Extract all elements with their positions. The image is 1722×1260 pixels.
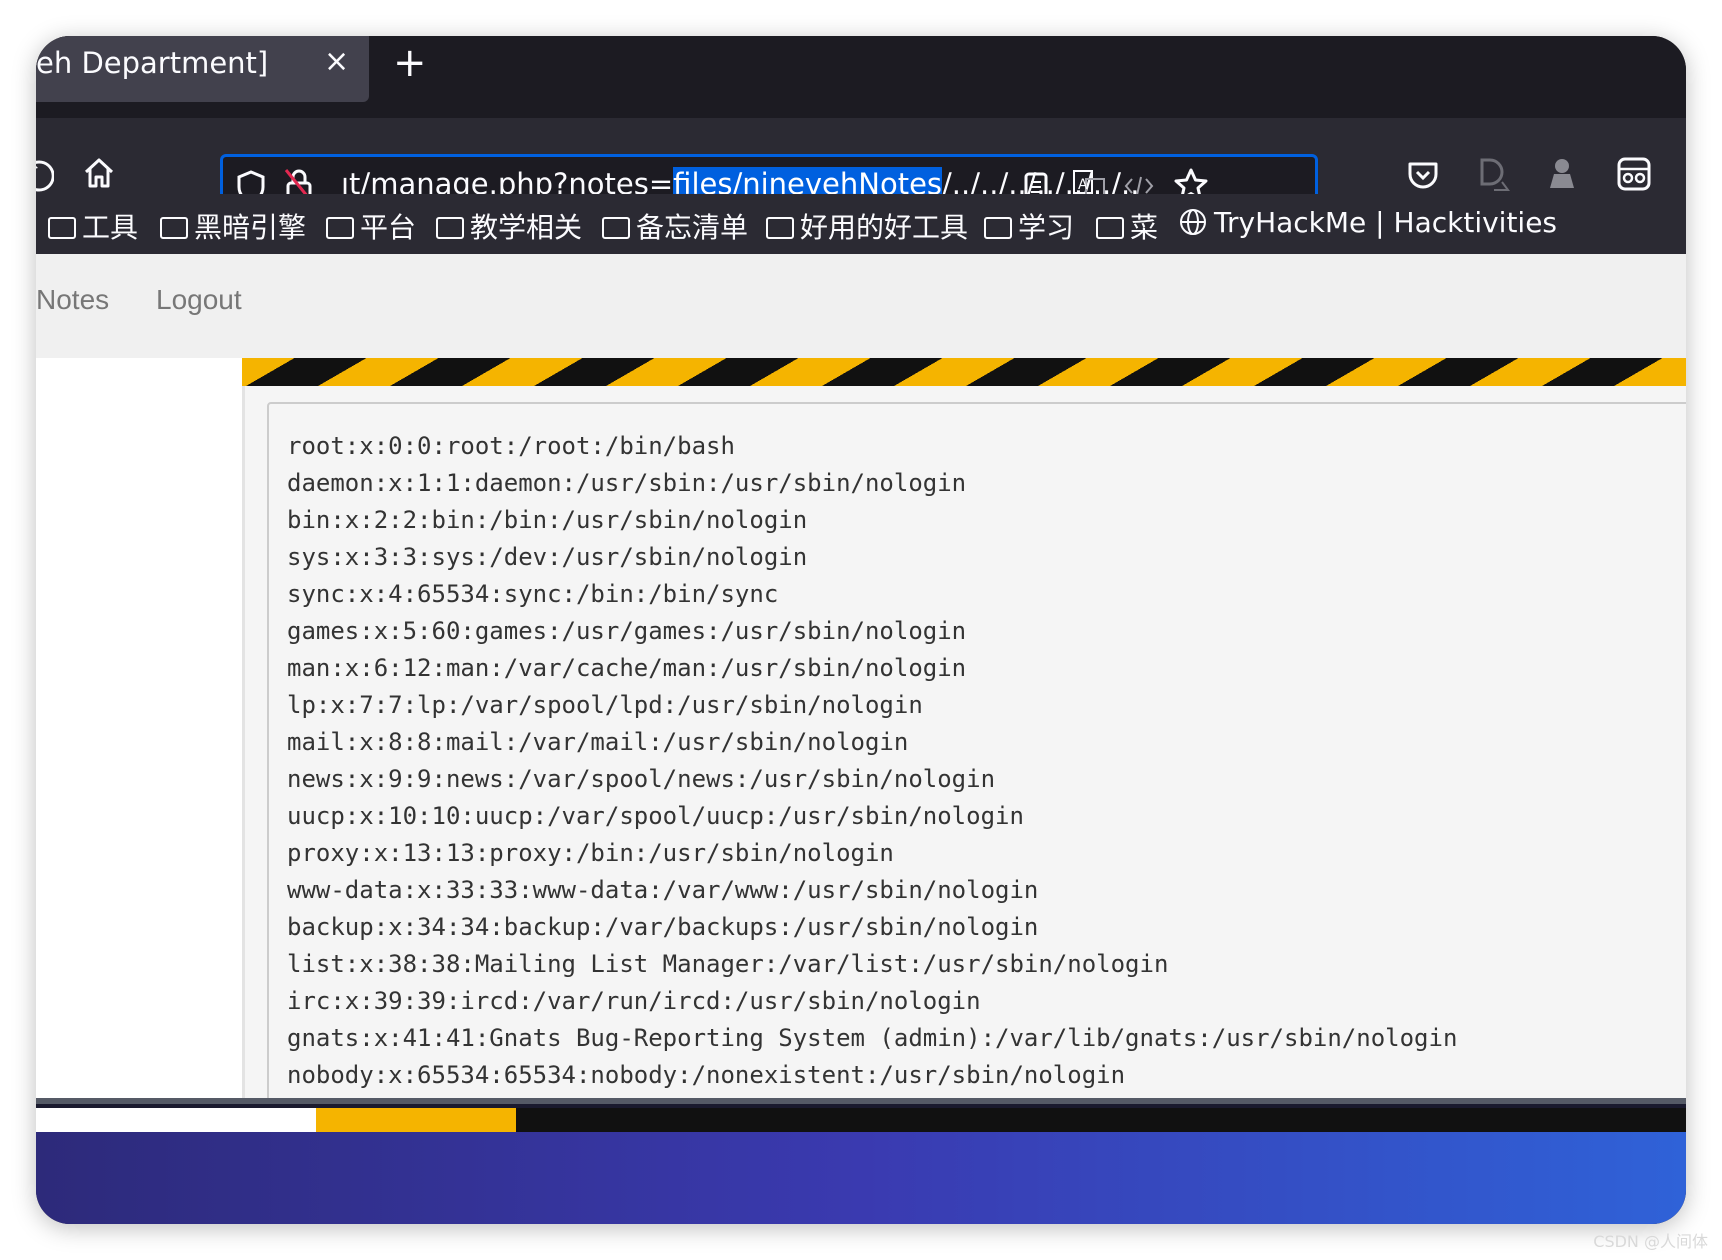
file-line: list:x:38:38:Mailing List Manager:/var/l…: [287, 950, 1169, 978]
file-line: proxy:x:13:13:proxy:/bin:/usr/sbin/nolog…: [287, 839, 894, 867]
browser-window: eh Department] × + ıt/manage.php?notes=f…: [36, 36, 1686, 1224]
extension-icon[interactable]: [1616, 156, 1652, 192]
banner-segment-blue: [36, 1132, 1686, 1224]
banner-segment-yellow: [316, 1108, 516, 1132]
file-line: sys:x:3:3:sys:/dev:/usr/sbin/nologin: [287, 543, 808, 571]
folder-icon: [160, 217, 188, 239]
file-line: sync:x:4:65534:sync:/bin:/bin/sync: [287, 580, 779, 608]
watermark: CSDN @人间体: [1593, 1232, 1708, 1251]
close-tab-icon[interactable]: ×: [324, 44, 349, 79]
bookmark-folder-teaching[interactable]: 教学相关: [436, 206, 582, 246]
tab-title: eh Department]: [36, 46, 269, 80]
bookmark-folder-good-tools[interactable]: 好用的好工具: [766, 206, 968, 246]
extension-icon[interactable]: [1546, 156, 1578, 192]
file-line: nobody:x:65534:65534:nobody:/nonexistent…: [287, 1061, 1126, 1089]
file-line: gnats:x:41:41:Gnats Bug-Reporting System…: [287, 1024, 1458, 1052]
file-line: backup:x:34:34:backup:/var/backups:/usr/…: [287, 913, 1039, 941]
folder-icon: [326, 217, 354, 239]
file-line: lp:x:7:7:lp:/var/spool/lpd:/usr/sbin/nol…: [287, 691, 923, 719]
hazard-stripe-banner: [242, 358, 1686, 386]
bookmark-folder-dark-engines[interactable]: 黑暗引擎: [160, 206, 306, 246]
tab-bar: eh Department] × +: [36, 36, 1686, 118]
banner-segment-white: [36, 1108, 316, 1132]
banner-segment-dark: [516, 1108, 1686, 1132]
bookmark-folder-tools[interactable]: 工具: [48, 206, 138, 246]
nav-logout-link[interactable]: Logout: [156, 284, 242, 316]
folder-icon: [602, 217, 630, 239]
svg-text:A: A: [1078, 177, 1088, 193]
folder-icon: [984, 217, 1012, 239]
file-line: news:x:9:9:news:/var/spool/news:/usr/sbi…: [287, 765, 996, 793]
home-icon[interactable]: [82, 156, 116, 190]
pocket-icon[interactable]: [1406, 158, 1440, 192]
folder-icon: [48, 217, 76, 239]
left-column: [36, 358, 242, 1098]
bookmark-folder-study[interactable]: 学习: [984, 206, 1074, 246]
extension-icon[interactable]: [1476, 156, 1512, 194]
nav-notes-link[interactable]: Notes: [36, 284, 109, 316]
new-tab-button[interactable]: +: [393, 40, 427, 86]
bookmark-tryhackme[interactable]: TryHackMe | Hacktivities: [1178, 206, 1557, 239]
folder-icon: [1096, 217, 1124, 239]
file-line: man:x:6:12:man:/var/cache/man:/usr/sbin/…: [287, 654, 967, 682]
folder-icon: [436, 217, 464, 239]
site-navbar: Notes Logout: [36, 254, 1686, 358]
file-line: mail:x:8:8:mail:/var/mail:/usr/sbin/nolo…: [287, 728, 909, 756]
bookmark-folder-menu[interactable]: 菜: [1096, 206, 1158, 246]
file-line: daemon:x:1:1:daemon:/usr/sbin:/usr/sbin/…: [287, 469, 967, 497]
file-line: root:x:0:0:root:/root:/bin/bash: [287, 432, 735, 460]
web-page: Notes Logout root:x:0:0:root:/root:/bin/…: [36, 254, 1686, 1224]
file-line: uucp:x:10:10:uucp:/var/spool/uucp:/usr/s…: [287, 802, 1024, 830]
reload-icon[interactable]: [36, 158, 54, 194]
bottom-banner: [36, 1098, 1686, 1224]
active-tab[interactable]: eh Department] ×: [36, 36, 369, 102]
file-line: games:x:5:60:games:/usr/games:/usr/sbin/…: [287, 617, 967, 645]
file-line: irc:x:39:39:ircd:/var/run/ircd:/usr/sbin…: [287, 987, 981, 1015]
folder-icon: [766, 217, 794, 239]
notes-panel: root:x:0:0:root:/root:/bin/bash daemon:x:…: [242, 386, 1686, 1102]
file-contents-box: root:x:0:0:root:/root:/bin/bash daemon:x:…: [267, 402, 1686, 1102]
globe-icon: [1180, 209, 1206, 235]
bookmark-folder-cheatsheets[interactable]: 备忘清单: [602, 206, 748, 246]
bookmark-folder-platforms[interactable]: 平台: [326, 206, 416, 246]
file-line: bin:x:2:2:bin:/bin:/usr/sbin/nologin: [287, 506, 808, 534]
bookmarks-toolbar: 工具 黑暗引擎 平台 教学相关 备忘清单 好用的好工具 学习 菜 TryHack…: [36, 194, 1686, 256]
divider: [36, 1098, 1686, 1104]
file-line: www-data:x:33:33:www-data:/var/www:/usr/…: [287, 876, 1039, 904]
